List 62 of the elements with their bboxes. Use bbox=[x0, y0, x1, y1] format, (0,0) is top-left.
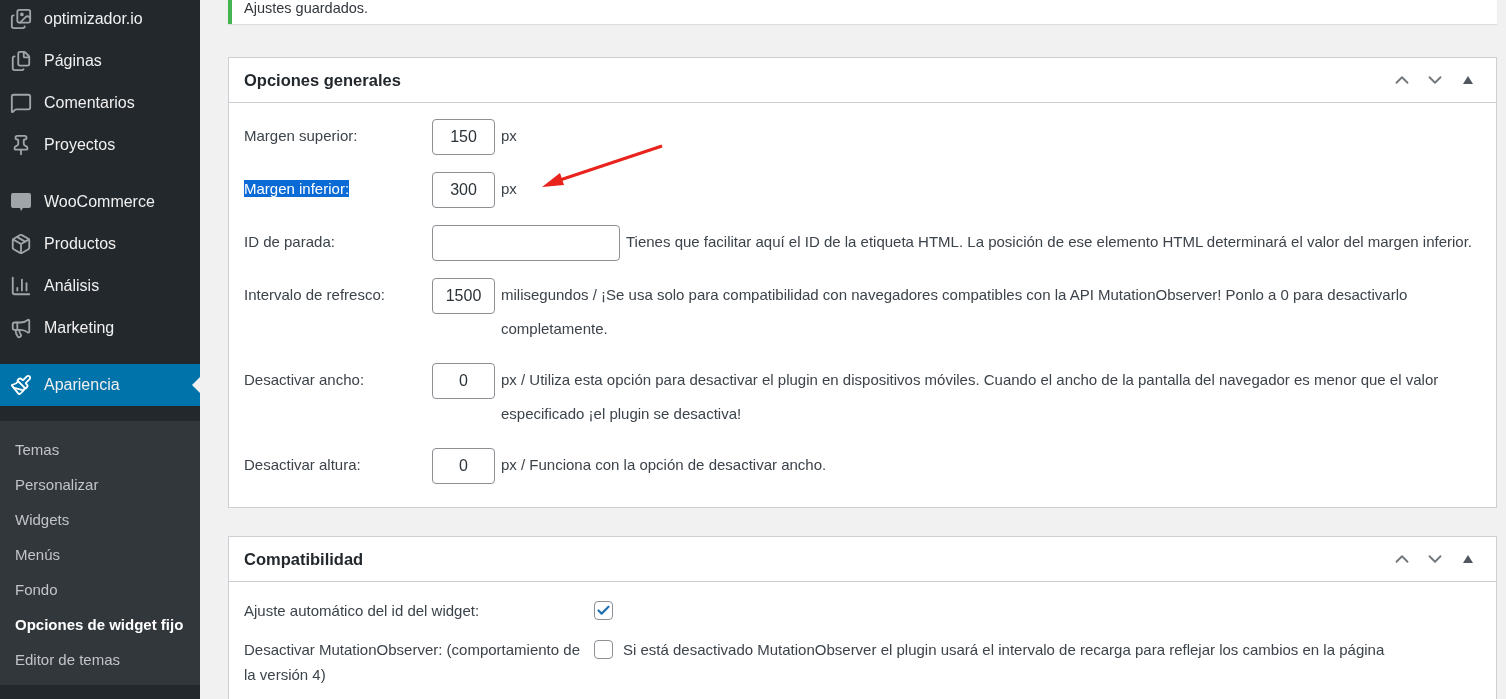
menu-label: Apariencia bbox=[44, 376, 120, 394]
menu-item[interactable]: optimizador.io bbox=[0, 0, 200, 40]
menu-icon bbox=[10, 92, 32, 114]
field-label: Ajuste automático del id del widget: bbox=[244, 601, 481, 621]
field-label: Margen superior: bbox=[244, 127, 358, 144]
panel-title: Compatibilidad bbox=[244, 549, 365, 569]
menu-icon bbox=[10, 50, 32, 72]
field-description: px / Utiliza esta opción para desactivar el plugin en dispositivos móviles. Cuando el ancho de la pantalla del navegador es menor que el valor especificado ¡el plugin se desactiva! bbox=[501, 370, 1440, 424]
menu-item[interactable]: Páginas bbox=[0, 40, 200, 82]
woo-bubble-icon bbox=[10, 191, 32, 213]
field-description: milisegundos / ¡Se usa solo para compatibilidad con navegadores compatibles con la API MutationObserver! Ponlo a 0 para desactivarlo completamente. bbox=[501, 285, 1409, 339]
field-description: px bbox=[501, 126, 518, 146]
menu-label: Páginas bbox=[44, 52, 102, 70]
menu-label: Proyectos bbox=[44, 136, 116, 154]
triangle-up-icon bbox=[1462, 555, 1473, 563]
field-label: ID de parada: bbox=[244, 233, 335, 250]
field-description: Tienes que facilitar aquí el ID de la etiqueta HTML. La posición de ese elemento HTML determinará el valor del margen inferior. bbox=[626, 232, 1473, 252]
notice-text: Ajustes guardados. bbox=[244, 0, 369, 16]
menu-item[interactable]: Marketing bbox=[0, 307, 200, 349]
triangle-up-icon bbox=[1462, 76, 1473, 84]
field-label: Margen inferior: bbox=[244, 180, 350, 197]
menu-item[interactable]: Análisis bbox=[0, 265, 200, 307]
submenu-item[interactable]: Opciones de widget fijo bbox=[0, 607, 200, 642]
menu-item[interactable]: Comentarios bbox=[0, 82, 200, 124]
menu-label: WooCommerce bbox=[44, 193, 155, 211]
input-field[interactable]: 1500 bbox=[432, 278, 495, 314]
input-field[interactable]: 300 bbox=[432, 172, 495, 208]
menu-label: optimizador.io bbox=[44, 10, 143, 28]
menu-icon bbox=[10, 317, 32, 339]
menu-icon bbox=[10, 275, 32, 297]
input-field[interactable] bbox=[432, 225, 620, 261]
submenu-item[interactable]: Temas bbox=[0, 432, 200, 467]
menu-item[interactable]: Apariencia bbox=[0, 364, 200, 406]
submenu-item[interactable]: Editor de temas bbox=[0, 642, 200, 677]
menu-icon bbox=[10, 374, 32, 396]
panel-title: Opciones generales bbox=[244, 70, 402, 90]
input-field[interactable]: 0 bbox=[432, 363, 495, 399]
submenu-item[interactable]: Fondo bbox=[0, 572, 200, 607]
input-field[interactable]: 0 bbox=[432, 448, 495, 484]
menu-label: Comentarios bbox=[44, 94, 135, 112]
input-field[interactable]: 150 bbox=[432, 119, 495, 155]
field-label: Desactivar ancho: bbox=[244, 371, 365, 388]
field-label: Desactivar altura: bbox=[244, 456, 361, 473]
field-label: Intervalo de refresco: bbox=[244, 286, 385, 303]
field-description: px bbox=[501, 179, 518, 199]
checkbox[interactable] bbox=[594, 601, 613, 620]
menu-item[interactable]: Productos bbox=[0, 223, 200, 265]
menu-label: Análisis bbox=[44, 277, 100, 295]
field-description: px / Funciona con la opción de desactivar ancho. bbox=[501, 455, 828, 475]
field-description: Si está desactivado MutationObserver el plugin usará el intervalo de recarga para reflejar los cambios en la página bbox=[623, 640, 1385, 660]
menu-item[interactable]: WooCommerce bbox=[0, 181, 200, 223]
menu-pointer bbox=[192, 377, 200, 393]
submenu-item[interactable]: Widgets bbox=[0, 502, 200, 537]
menu-label: Productos bbox=[44, 235, 117, 253]
menu-icon bbox=[10, 233, 32, 255]
checkbox[interactable] bbox=[594, 640, 613, 659]
menu-label: Marketing bbox=[44, 319, 115, 337]
submenu-item[interactable]: Menús bbox=[0, 537, 200, 572]
submenu-item[interactable]: Personalizar bbox=[0, 467, 200, 502]
field-label: Desactivar MutationObserver: (comportamiento de la versión 4) bbox=[244, 640, 581, 685]
menu-icon bbox=[10, 8, 32, 30]
menu-item[interactable]: Proyectos bbox=[0, 124, 200, 166]
